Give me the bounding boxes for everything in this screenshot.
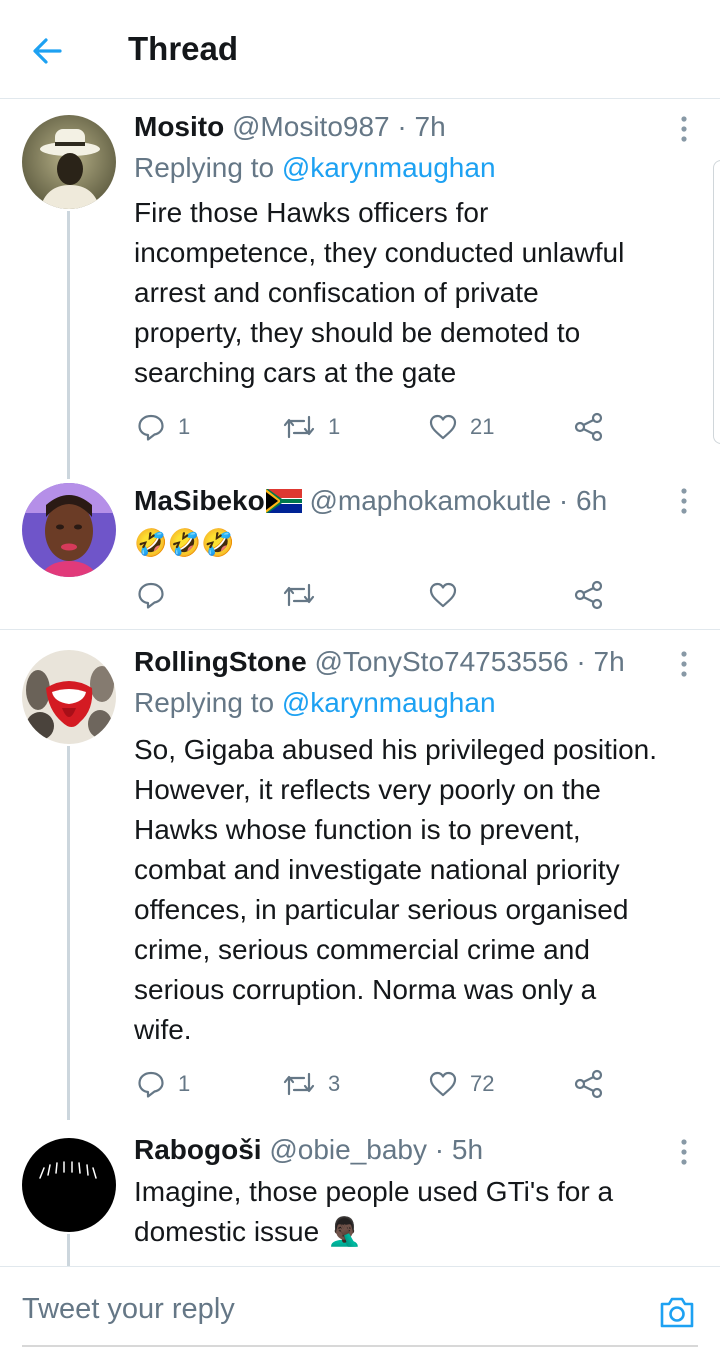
reply-input[interactable]: Tweet your reply bbox=[22, 1287, 622, 1331]
more-options-button[interactable] bbox=[672, 650, 696, 680]
retweet-button[interactable]: 1 bbox=[282, 407, 340, 447]
share-button[interactable] bbox=[574, 1064, 604, 1104]
tweet-text: Imagine, those people used GTi's for a d… bbox=[134, 1176, 614, 1247]
more-vertical-icon bbox=[681, 116, 687, 142]
tweet-mosito[interactable]: Mosito @Mosito987 · 7h Replying to @kary… bbox=[0, 99, 720, 479]
heart-icon bbox=[429, 582, 457, 608]
reply-bar: Tweet your reply bbox=[0, 1266, 720, 1356]
thread-line bbox=[67, 746, 70, 1120]
reply-button[interactable]: 1 bbox=[136, 1064, 190, 1104]
retweet-button[interactable] bbox=[282, 575, 328, 615]
reply-button[interactable] bbox=[136, 575, 178, 615]
retweet-count: 1 bbox=[328, 414, 341, 439]
like-button[interactable] bbox=[428, 575, 470, 615]
more-options-button[interactable] bbox=[672, 1138, 696, 1168]
author-handle: @obie_baby bbox=[269, 1134, 427, 1165]
more-vertical-icon bbox=[681, 1139, 687, 1165]
tweet-time: · 7h bbox=[576, 646, 625, 677]
reply-icon bbox=[138, 1071, 164, 1098]
tweet-rabogosi[interactable]: Rabogoši @obie_baby · 5h Imagine, those … bbox=[0, 1120, 720, 1266]
retweet-icon bbox=[283, 415, 315, 439]
author-name[interactable]: MaSibeko bbox=[134, 485, 265, 516]
author-handle: @Mosito987 bbox=[232, 111, 390, 142]
avatar[interactable] bbox=[22, 483, 116, 577]
camera-icon bbox=[660, 1297, 694, 1328]
page-title: Thread bbox=[128, 30, 239, 67]
tweet-text: 🤣🤣🤣 bbox=[134, 528, 235, 558]
replying-to: Replying to @karynmaughan bbox=[134, 687, 496, 718]
retweet-icon bbox=[283, 1072, 315, 1096]
author-handle: @TonySto74753556 bbox=[314, 646, 569, 677]
retweet-count: 3 bbox=[328, 1071, 341, 1096]
tweet-time: · 6h bbox=[558, 485, 608, 516]
like-button[interactable]: 72 bbox=[428, 1064, 494, 1104]
like-count: 21 bbox=[470, 414, 495, 439]
author-handle: @maphokamokutle bbox=[309, 485, 552, 516]
more-vertical-icon bbox=[681, 651, 687, 677]
author-name[interactable]: Rabogoši bbox=[134, 1134, 262, 1165]
retweet-button[interactable]: 3 bbox=[282, 1064, 340, 1104]
author-name[interactable]: RollingStone bbox=[134, 646, 307, 677]
avatar[interactable] bbox=[22, 1138, 116, 1232]
tweet-rollingstone[interactable]: RollingStone @TonySto74753556 · 7h Reply… bbox=[0, 630, 720, 1120]
reply-input-underline bbox=[22, 1345, 698, 1347]
tweet-time: · 5h bbox=[434, 1134, 484, 1165]
like-button[interactable]: 21 bbox=[428, 407, 494, 447]
back-button[interactable] bbox=[24, 26, 74, 76]
camera-button[interactable] bbox=[658, 1295, 696, 1329]
more-options-button[interactable] bbox=[672, 115, 696, 145]
reply-button[interactable]: 1 bbox=[136, 407, 190, 447]
heart-icon bbox=[429, 1071, 457, 1097]
more-vertical-icon bbox=[681, 488, 687, 514]
replying-to-handle[interactable]: @karynmaughan bbox=[282, 152, 496, 183]
avatar[interactable] bbox=[22, 115, 116, 209]
author-name[interactable]: Mosito bbox=[134, 111, 224, 142]
tweet-text: Fire those Hawks officers for incompeten… bbox=[134, 197, 625, 388]
avatar[interactable] bbox=[22, 650, 116, 744]
reply-count: 1 bbox=[178, 414, 191, 439]
south-africa-flag-icon bbox=[265, 489, 302, 513]
arrow-left-icon bbox=[33, 38, 62, 64]
tweet-masibeko[interactable]: MaSibeko @maphokamokutle · 6h 🤣🤣🤣 bbox=[0, 479, 720, 629]
reply-icon bbox=[138, 582, 164, 609]
tweet-time: · 7h bbox=[397, 111, 446, 142]
header: Thread bbox=[0, 0, 720, 99]
reply-count: 1 bbox=[178, 1071, 191, 1096]
share-button[interactable] bbox=[574, 407, 604, 447]
share-button[interactable] bbox=[574, 575, 604, 615]
scrollbar[interactable] bbox=[713, 160, 720, 444]
replying-to-handle[interactable]: @karynmaughan bbox=[282, 687, 496, 718]
thread-line bbox=[67, 1234, 70, 1266]
thread-line bbox=[67, 211, 70, 479]
heart-icon bbox=[429, 414, 457, 440]
retweet-icon bbox=[283, 583, 315, 607]
tweet-text: So, Gigaba abused his privileged positio… bbox=[134, 734, 658, 1045]
more-options-button[interactable] bbox=[672, 487, 696, 517]
reply-icon bbox=[138, 414, 164, 441]
share-icon bbox=[574, 1069, 603, 1099]
replying-to: Replying to @karynmaughan bbox=[134, 152, 496, 183]
share-icon bbox=[574, 580, 603, 610]
like-count: 72 bbox=[470, 1071, 495, 1096]
share-icon bbox=[574, 412, 603, 442]
